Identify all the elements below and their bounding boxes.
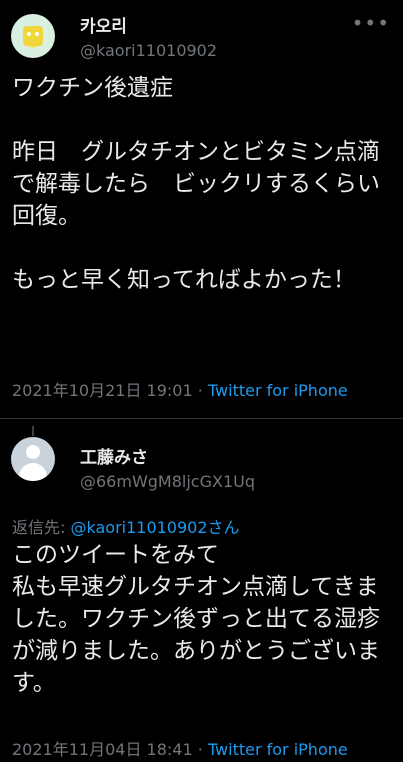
avatar[interactable]	[11, 437, 55, 481]
reply-to-line: 返信先: @kaori11010902さん	[12, 514, 240, 538]
tweet-text: このツイートをみて 私も早速グルタチオン点滴してきました。ワクチン後ずっと出てる…	[12, 542, 380, 696]
tweet-meta: 2021年10月21日 19:01 · Twitter for iPhone	[12, 377, 348, 401]
author-name[interactable]: 카오리	[80, 12, 127, 37]
source-link[interactable]: Twitter for iPhone	[208, 740, 348, 759]
tweet-text: ワクチン後遺症 昨日 グルタチオンとビタミン点滴で解毒したら ビックリするくらい…	[12, 75, 380, 293]
timestamp[interactable]: 2021年11月04日 18:41	[12, 740, 193, 759]
reply-prefix: 返信先:	[12, 518, 71, 537]
default-avatar-icon	[26, 445, 40, 459]
meta-separator: ·	[192, 740, 208, 759]
tweet-original: 카오리 @kaori11010902 ••• ワクチン後遺症 昨日 グルタチオン…	[0, 0, 403, 436]
reply-mention-link[interactable]: @kaori11010902さん	[70, 518, 239, 537]
more-options-icon[interactable]: •••	[352, 11, 390, 35]
author-name[interactable]: 工藤みさ	[80, 443, 148, 468]
avatar[interactable]	[11, 14, 55, 58]
meta-separator: ·	[192, 381, 208, 400]
spongebob-avatar-image	[23, 26, 43, 46]
timestamp[interactable]: 2021年10月21日 19:01	[12, 381, 193, 400]
tweet-meta: 2021年11月04日 18:41 · Twitter for iPhone	[12, 736, 348, 760]
author-handle[interactable]: @kaori11010902	[80, 41, 217, 60]
source-link[interactable]: Twitter for iPhone	[208, 381, 348, 400]
author-handle[interactable]: @66mWgM8ljcGX1Uq	[80, 472, 255, 491]
